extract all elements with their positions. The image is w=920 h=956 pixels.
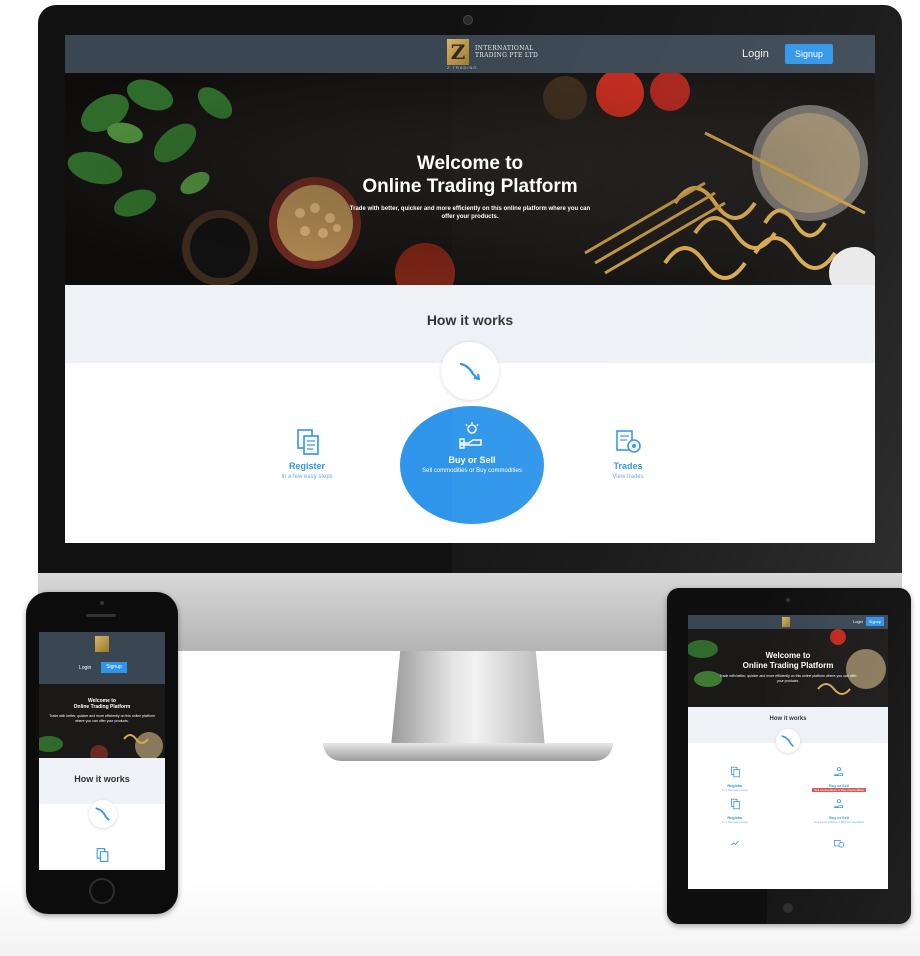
monitor-stand-neck <box>391 651 545 747</box>
document-icon <box>292 427 322 457</box>
tablet-step-buy-sell-2[interactable]: Buy or Sell Sell commodities or Buy comm… <box>804 797 874 824</box>
signup-button[interactable]: Signup <box>785 44 833 64</box>
step-register[interactable]: Register In a few easy steps <box>247 427 367 481</box>
tablet-hero-title-line1: Welcome to <box>765 651 811 660</box>
trade-gear-icon <box>613 427 643 457</box>
tablet-step-buy-sell[interactable]: Buy or Sell Sell commodities or Buy comm… <box>804 765 874 792</box>
step-register-title: Register <box>288 461 325 471</box>
desktop-screen: Z INTERNATIONAL TRADING PTE LTD Z TRADIN… <box>65 35 875 543</box>
hand-coins-icon <box>457 421 487 451</box>
tablet-highlight-badge: Sell commodities or Buy commodities <box>812 788 866 792</box>
step-buy-sell[interactable]: Buy or Sell Sell commodities or Buy comm… <box>412 421 532 475</box>
tablet-document-icon <box>731 766 740 778</box>
brand-name: INTERNATIONAL TRADING PTE LTD <box>475 45 538 59</box>
step-trades-title: Trades <box>613 461 643 471</box>
brand-subtitle: Z TRADING <box>447 65 478 70</box>
tablet-step-trades-2[interactable] <box>804 837 874 855</box>
phone-camera-icon <box>100 601 104 605</box>
step-buy-sell-title: Buy or Sell <box>448 455 496 465</box>
step-trades[interactable]: Trades View trades <box>568 427 688 481</box>
login-link[interactable]: Login <box>742 48 769 60</box>
tablet-step-buy-sell-2-subtitle: Sell commodities or Buy commodities <box>814 820 864 824</box>
tablet-device: Login Signup Welcome to Online Trading P… <box>667 588 911 924</box>
phone-home-button[interactable] <box>89 878 115 904</box>
how-it-works-badge <box>441 342 499 400</box>
step-register-subtitle: In a few easy steps <box>281 474 333 480</box>
tablet-hero-title-line2: Online Trading Platform <box>742 661 834 670</box>
device-mockup-scene: Z INTERNATIONAL TRADING PTE LTD Z TRADIN… <box>0 0 920 956</box>
tablet-hero-banner: Welcome to Online Trading Platform Trade… <box>688 629 888 707</box>
logo-mark-icon: Z <box>447 39 469 65</box>
phone-hero-subtitle: Trade with better, quicker and more effi… <box>49 714 155 723</box>
tablet-step-register[interactable]: Register In a few easy steps <box>700 765 770 792</box>
tablet-trade-gear-icon <box>834 840 845 848</box>
tablet-step-buy-sell-subtitle: Sell commodities or Buy commodities <box>804 788 874 792</box>
tablet-step-register-2-subtitle: In a few easy steps <box>722 820 748 824</box>
phone-speaker <box>86 614 116 617</box>
brand-name-line1: INTERNATIONAL <box>475 45 534 52</box>
phone-logo-icon[interactable] <box>95 636 109 652</box>
phone-how-title: How it works <box>74 774 130 784</box>
camera-icon <box>463 15 473 25</box>
tablet-home-button[interactable] <box>783 903 793 913</box>
how-it-works-title: How it works <box>426 312 514 328</box>
tablet-hero-subtitle: Trade with better, quicker and more effi… <box>719 674 857 683</box>
phone-signup-button[interactable]: Signup <box>101 662 127 673</box>
phone-hero-title: Welcome to Online Trading Platform <box>39 698 165 710</box>
monitor-stand-base <box>323 743 613 761</box>
brand-name-line2: TRADING PTE LTD <box>475 52 539 59</box>
tablet-step-register-subtitle: In a few easy steps <box>722 788 748 792</box>
tablet-how-badge <box>776 729 800 753</box>
hero-subtitle: Trade with better, quicker and more effi… <box>349 206 591 220</box>
phone-hero-title-line2: Online Trading Platform <box>73 704 131 710</box>
phone-hero-banner: Welcome to Online Trading Platform Trade… <box>39 684 165 758</box>
tablet-how-title: How it works <box>769 716 807 722</box>
hero-title-line1: Welcome to <box>416 153 524 174</box>
phone-how-badge <box>89 800 117 828</box>
tablet-login-link[interactable]: Login <box>853 619 863 624</box>
monitor-bezel: Z INTERNATIONAL TRADING PTE LTD Z TRADIN… <box>38 5 902 573</box>
phone-screen: Login Signup Welcome to Online Trading P… <box>39 632 165 870</box>
flow-arrow-icon <box>459 362 481 381</box>
phone-device: Login Signup Welcome to Online Trading P… <box>26 592 178 914</box>
desktop-monitor: Z INTERNATIONAL TRADING PTE LTD Z TRADIN… <box>38 5 902 761</box>
tablet-flow-arrow-icon <box>781 735 794 747</box>
tablet-hero-title: Welcome to Online Trading Platform <box>688 651 888 671</box>
tablet-camera-icon <box>786 598 790 602</box>
tablet-flow-icon <box>731 840 739 846</box>
tablet-step-register-2[interactable]: Register In a few easy steps <box>700 797 770 824</box>
hero-banner: Welcome to Online Trading Platform Trade… <box>65 73 875 285</box>
tablet-screen: Login Signup Welcome to Online Trading P… <box>688 615 888 889</box>
hero-title-line2: Online Trading Platform <box>362 176 578 197</box>
phone-login-link[interactable]: Login <box>79 665 91 671</box>
tablet-hand-coins-icon <box>834 767 843 776</box>
tablet-step-trades[interactable] <box>700 837 770 855</box>
tablet-signup-button[interactable]: Signup <box>866 617 884 626</box>
step-buy-sell-subtitle: Sell commodities or Buy commodities <box>422 468 522 474</box>
step-trades-subtitle: View trades <box>612 474 644 480</box>
brand-logo[interactable]: Z INTERNATIONAL TRADING PTE LTD <box>447 39 538 65</box>
tablet-hand-coins-icon-2 <box>834 799 843 808</box>
tablet-logo-icon[interactable] <box>782 617 790 627</box>
tablet-document-icon-2 <box>731 798 740 810</box>
phone-document-icon <box>94 846 110 869</box>
phone-flow-arrow-icon <box>95 807 110 821</box>
